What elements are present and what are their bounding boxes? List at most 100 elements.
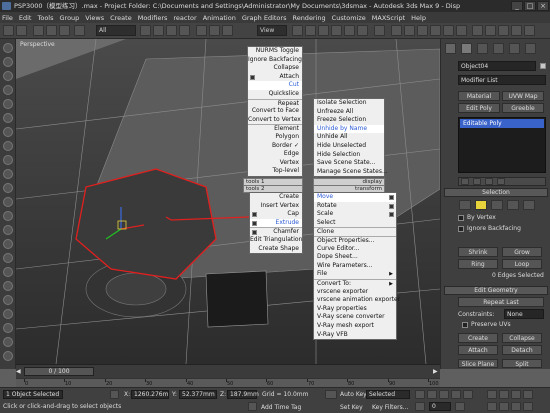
menu-item-manage-scene-states[interactable]: Manage Scene States... <box>314 168 388 177</box>
menu-item-clone[interactable]: Clone <box>314 227 396 236</box>
align-icon[interactable] <box>404 25 415 36</box>
display-tab-icon[interactable] <box>509 43 520 54</box>
y-coord-field[interactable]: 52.377mm <box>179 390 217 399</box>
viewport-label[interactable]: Perspective <box>20 41 55 48</box>
set-key-icon[interactable] <box>325 390 337 399</box>
zoom-extents-icon[interactable] <box>511 390 521 399</box>
zoom-extents-all-icon[interactable] <box>523 390 533 399</box>
edit-geometry-rollout-header[interactable]: Edit Geometry <box>444 286 548 295</box>
menu-item-ignore-backfacing[interactable]: Ignore Backfacing <box>248 56 302 65</box>
selection-region-icon[interactable] <box>74 25 85 36</box>
border-level-icon[interactable] <box>491 200 503 210</box>
create-tab-icon[interactable] <box>445 43 456 54</box>
tool-icon-13[interactable] <box>3 211 13 221</box>
menu-item-vertex[interactable]: Vertex <box>248 159 302 168</box>
menu-item-top-level[interactable]: Top-level <box>248 167 302 176</box>
menu-item-object-properties[interactable]: Object Properties... <box>314 235 396 245</box>
quick-render-icon[interactable] <box>485 25 496 36</box>
select-link-icon[interactable] <box>33 25 44 36</box>
goto-end-icon[interactable] <box>463 390 473 399</box>
menu-item-select[interactable]: Select <box>314 219 396 228</box>
create-button[interactable]: Create <box>458 333 498 343</box>
modifier-list-dropdown[interactable]: Modifier List <box>458 75 546 85</box>
menu-tools[interactable]: Tools <box>37 14 53 22</box>
menu-item-edit-triangulation[interactable]: Edit Triangulation <box>250 236 302 245</box>
loop-button[interactable]: Loop <box>502 259 542 269</box>
tool-icon-22[interactable] <box>3 337 13 347</box>
render-frame-icon[interactable] <box>524 25 535 36</box>
tool-icon-6[interactable] <box>3 113 13 123</box>
prev-frame-icon[interactable] <box>427 390 437 399</box>
percent-snap-icon[interactable] <box>344 25 355 36</box>
layer-manager-icon[interactable] <box>417 25 428 36</box>
menu-item-convert-to-face[interactable]: Convert to Face <box>248 107 302 116</box>
ignore-backfacing-checkbox[interactable] <box>458 226 464 232</box>
render-type-icon[interactable] <box>498 25 509 36</box>
material-editor-icon[interactable] <box>456 25 467 36</box>
menu-item-insert-vertex[interactable]: Insert Vertex <box>250 202 302 211</box>
next-frame-arrow-icon[interactable]: ▶ <box>433 368 438 375</box>
time-slider[interactable]: 0 / 100 <box>24 367 94 376</box>
by-vertex-checkbox[interactable] <box>458 215 464 221</box>
show-end-result-icon[interactable] <box>473 178 481 185</box>
play-icon[interactable] <box>439 390 449 399</box>
menu-item-repeat[interactable]: Repeat <box>248 98 302 108</box>
field-of-view-icon[interactable] <box>487 402 497 411</box>
menu-reactor[interactable]: reactor <box>173 14 196 22</box>
menu-item-unhide-by-name[interactable]: Unhide by Name <box>314 124 384 134</box>
reference-coordinate-dropdown[interactable]: View <box>257 25 287 36</box>
menu-item-border[interactable]: Border ✓ <box>248 142 302 151</box>
menu-item-create[interactable]: Create <box>250 193 302 202</box>
ring-button[interactable]: Ring <box>458 259 498 269</box>
object-color-swatch[interactable] <box>540 63 546 69</box>
manipulate-icon[interactable] <box>305 25 316 36</box>
menu-item-cap[interactable]: Cap <box>250 210 302 219</box>
select-by-name-icon[interactable] <box>153 25 164 36</box>
split-button[interactable]: Split <box>502 359 542 368</box>
menu-item-polygon[interactable]: Polygon <box>248 133 302 142</box>
menu-item-extrude[interactable]: Extrude <box>250 218 302 228</box>
arc-rotate-icon[interactable] <box>511 402 521 411</box>
mirror-icon[interactable] <box>391 25 402 36</box>
slice-plane-button[interactable]: Slice Plane <box>458 359 498 368</box>
key-mode-icon[interactable] <box>415 402 425 411</box>
preserve-uvs-checkbox[interactable] <box>462 322 468 328</box>
time-config-icon[interactable] <box>455 402 465 411</box>
element-level-icon[interactable] <box>523 200 535 210</box>
tool-icon-23[interactable] <box>3 351 13 361</box>
menu-item-vray-mesh-export[interactable]: V-Ray mesh export <box>314 322 396 331</box>
edit-poly-button[interactable]: Edit Poly <box>458 103 500 113</box>
named-selection-icon[interactable] <box>374 25 385 36</box>
make-unique-icon[interactable] <box>485 178 493 185</box>
menu-item-freeze-selection[interactable]: Freeze Selection <box>314 116 384 125</box>
auto-key-button[interactable]: Auto Key <box>340 391 367 398</box>
menu-graph-editors[interactable]: Graph Editors <box>242 14 287 22</box>
tool-icon-9[interactable] <box>3 155 13 165</box>
menu-customize[interactable]: Customize <box>332 14 366 22</box>
menu-item-curve-editor[interactable]: Curve Editor... <box>314 245 396 254</box>
tool-icon-2[interactable] <box>3 57 13 67</box>
menu-item-collapse[interactable]: Collapse <box>248 64 302 73</box>
shrink-button[interactable]: Shrink <box>458 247 498 257</box>
menu-item-unfreeze-all[interactable]: Unfreeze All <box>314 108 384 117</box>
menu-item-edge[interactable]: Edge <box>248 150 302 159</box>
motion-tab-icon[interactable] <box>493 43 504 54</box>
uvw-map-button[interactable]: UVW Map <box>502 91 544 101</box>
angle-snap-icon[interactable] <box>331 25 342 36</box>
tool-icon-4[interactable] <box>3 85 13 95</box>
menu-item-create-shape[interactable]: Create Shape <box>250 245 302 254</box>
menu-item-vray-vfb[interactable]: V-Ray VFB <box>314 331 396 340</box>
render-last-icon[interactable] <box>511 25 522 36</box>
menu-edit[interactable]: Edit <box>19 14 32 22</box>
tool-icon-15[interactable] <box>3 239 13 249</box>
menu-item-wire-parameters[interactable]: Wire Parameters... <box>314 262 396 271</box>
add-time-tag-label[interactable]: Add Time Tag <box>261 404 301 411</box>
vertex-level-icon[interactable] <box>459 200 471 210</box>
menu-item-convert-to[interactable]: Convert To: ▶ <box>314 278 396 288</box>
schematic-view-icon[interactable] <box>443 25 454 36</box>
constraints-dropdown[interactable]: None <box>504 309 544 319</box>
menu-item-move[interactable]: Move <box>314 193 396 202</box>
select-object-icon[interactable] <box>140 25 151 36</box>
stack-item-editable-poly[interactable]: Editable Poly <box>460 119 544 128</box>
time-tag-icon[interactable] <box>248 402 257 411</box>
